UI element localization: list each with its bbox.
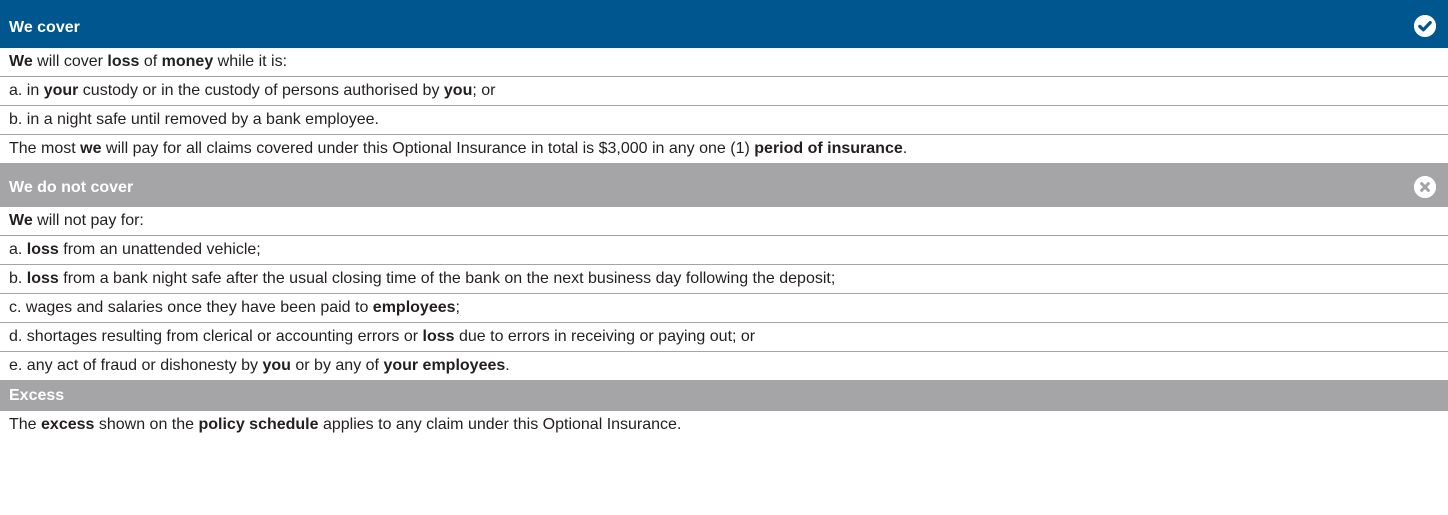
defined-term: we	[80, 140, 102, 157]
clause-text: or by any of	[290, 357, 384, 374]
defined-term: your	[43, 82, 79, 99]
clause-text: while it is:	[213, 53, 288, 70]
clause-text: The	[9, 416, 42, 433]
clause-text: .	[505, 357, 510, 374]
defined-term: We	[9, 53, 33, 70]
clause-text: due to errors in receiving or paying out…	[454, 328, 756, 345]
clause-row: The excess shown on the policy schedule …	[0, 411, 1448, 440]
excess-title: Excess	[9, 387, 65, 404]
clause-row: b. loss from a bank night safe after the…	[0, 265, 1448, 294]
defined-term: We	[9, 212, 33, 229]
we-cover-header: We cover	[0, 0, 1448, 48]
clause-row: We will cover loss of money while it is:	[0, 48, 1448, 77]
clause-text: ; or	[472, 82, 496, 99]
defined-term: loss	[107, 53, 140, 70]
clause-text: shown on the	[94, 416, 199, 433]
we-do-not-cover-rows: We will not pay for: a. loss from an unat…	[0, 207, 1448, 381]
clause-text: from an unattended vehicle;	[58, 241, 261, 258]
clause-row: b. in a night safe until removed by a ba…	[0, 106, 1448, 135]
defined-term: loss	[26, 270, 59, 287]
clause-text: a. in	[9, 82, 44, 99]
we-do-not-cover-title: We do not cover	[9, 178, 134, 196]
clause-text: custody or in the custody of persons aut…	[78, 82, 444, 99]
clause-row: e. any act of fraud or dishonesty by you…	[0, 352, 1448, 381]
check-circle-icon	[1414, 15, 1436, 37]
clause-text: will not pay for:	[32, 212, 144, 229]
clause-text: ;	[455, 299, 460, 316]
clause-row: The most we will pay for all claims cove…	[0, 135, 1448, 164]
clause-row: a. loss from an unattended vehicle;	[0, 236, 1448, 265]
clause-text: applies to any claim under this Optional…	[318, 416, 682, 433]
defined-term: excess	[41, 416, 95, 433]
we-cover-title: We cover	[9, 19, 80, 36]
clause-text: d. shortages resulting from clerical or …	[9, 328, 423, 345]
clause-row: We will not pay for:	[0, 207, 1448, 236]
clause-text: The most	[9, 140, 81, 157]
optional-insurance-table: We cover We will cover loss of money whi…	[0, 0, 1448, 515]
defined-term: policy schedule	[198, 416, 319, 433]
defined-term: loss	[26, 241, 59, 258]
we-cover-rows: We will cover loss of money while it is:…	[0, 48, 1448, 164]
defined-term: loss	[422, 328, 455, 345]
defined-term: you	[443, 82, 473, 99]
we-do-not-cover-header: We do not cover	[0, 164, 1448, 207]
clause-row: a. in your custody or in the custody of …	[0, 77, 1448, 106]
clause-text: .	[902, 140, 908, 157]
defined-term: employees	[372, 299, 456, 316]
defined-term: you	[262, 357, 291, 374]
defined-term: money	[161, 53, 214, 70]
excess-rows: The excess shown on the policy schedule …	[0, 411, 1448, 440]
clause-text: a.	[9, 241, 27, 258]
x-circle-icon	[1414, 176, 1436, 198]
clause-text: of	[139, 53, 162, 70]
clause-text: b. in a night safe until removed by a ba…	[9, 111, 379, 128]
clause-text: b.	[9, 270, 27, 287]
clause-text: from a bank night safe after the usual c…	[58, 270, 836, 287]
clause-text: e. any act of fraud or dishonesty by	[9, 357, 263, 374]
clause-text: c. wages and salaries once they have bee…	[9, 299, 373, 316]
clause-text: will pay for all claims covered under th…	[101, 140, 755, 157]
defined-term: period of insurance	[754, 140, 903, 157]
clause-row: d. shortages resulting from clerical or …	[0, 323, 1448, 352]
defined-term: your employees	[383, 357, 506, 374]
clause-row: c. wages and salaries once they have bee…	[0, 294, 1448, 323]
clause-text: will cover	[32, 53, 108, 70]
excess-header: Excess	[0, 381, 1448, 411]
